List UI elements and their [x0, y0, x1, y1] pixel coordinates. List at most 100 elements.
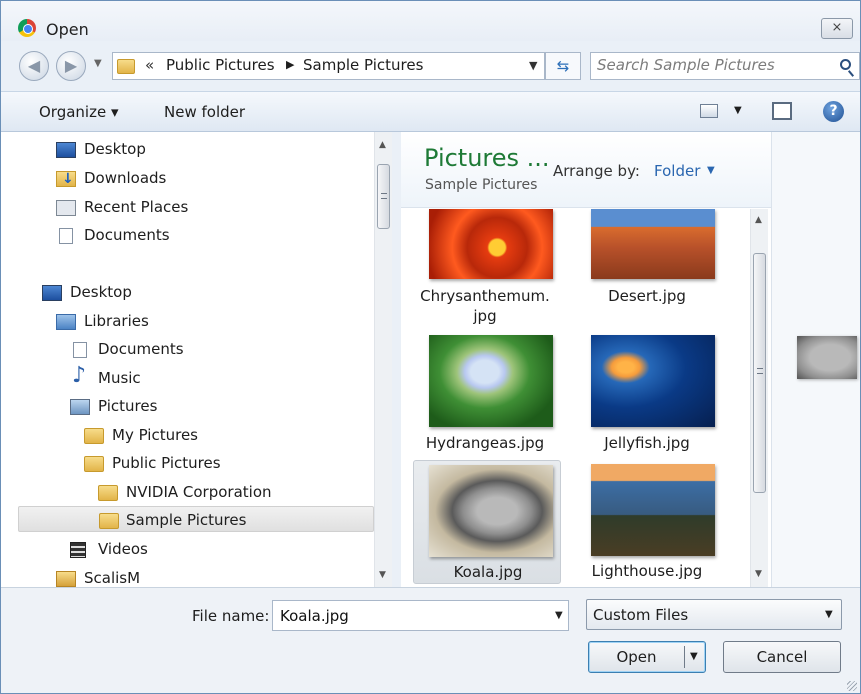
scroll-up-arrow-icon[interactable]: ▲ [379, 140, 386, 150]
nav-item-music[interactable]: Music [70, 363, 270, 391]
file-name-input[interactable] [280, 607, 530, 625]
breadcrumb-sample-pictures[interactable]: Sample Pictures [303, 56, 423, 74]
scrollbar-thumb[interactable] [377, 164, 390, 229]
nav-item-nvidia-corporation[interactable]: NVIDIA Corporation [98, 479, 318, 505]
folder-icon [98, 485, 118, 501]
nav-item-documents[interactable]: Documents [70, 336, 270, 362]
nav-item-label: Recent Places [84, 198, 189, 216]
navigation-pane: Desktop Downloads Recent Places Document… [1, 132, 374, 587]
open-button[interactable]: Open ▼ [588, 641, 706, 673]
nav-item-recent-places[interactable]: Recent Places [56, 194, 256, 220]
address-bar[interactable]: « Public Pictures ▶ Sample Pictures ▼ [112, 52, 545, 80]
pictures-icon [70, 399, 90, 415]
chevron-down-icon[interactable]: ▼ [825, 609, 833, 620]
close-button[interactable]: ⨯ [821, 18, 853, 39]
user-folder-icon [56, 571, 76, 587]
nav-item-public-pictures[interactable]: Public Pictures [84, 450, 284, 476]
preview-pane-toggle-icon[interactable] [772, 102, 792, 120]
nav-item-videos[interactable]: Videos [70, 536, 270, 562]
scrollbar-thumb[interactable] [753, 253, 766, 493]
organize-menu-button[interactable]: Organize ▾ [39, 103, 119, 121]
arrange-by-dropdown[interactable]: Folder [654, 162, 700, 180]
scroll-up-arrow-icon[interactable]: ▲ [755, 215, 762, 225]
command-toolbar: Organize ▾ New folder ▼ ? [1, 91, 860, 132]
search-input[interactable] [597, 56, 827, 74]
nav-item-sample-pictures[interactable]: Sample Pictures [18, 506, 374, 532]
nav-item-libraries[interactable]: Libraries [56, 308, 256, 334]
desktop-icon [56, 142, 76, 158]
nav-item-label: Documents [84, 226, 170, 244]
new-folder-button[interactable]: New folder [164, 103, 245, 121]
chrysanthemum-thumbnail [429, 209, 553, 279]
cancel-button[interactable]: Cancel [723, 641, 841, 673]
nav-item-label: Desktop [84, 140, 146, 158]
open-file-dialog: Open ⨯ ◀ ▶ ▼ « Public Pictures ▶ Sample … [0, 0, 861, 694]
back-button[interactable]: ◀ [19, 51, 49, 81]
open-button-label: Open [616, 648, 657, 666]
nav-item-pictures[interactable]: Pictures [70, 393, 270, 419]
document-icon [59, 228, 73, 244]
file-name-label: Koala.jpg [453, 563, 523, 581]
recent-locations-dropdown-icon[interactable]: ▼ [94, 58, 102, 69]
nav-item-label: Documents [98, 340, 184, 358]
refresh-button[interactable]: ⇆ [545, 52, 581, 80]
nav-item-desktop-favorite[interactable]: Desktop [56, 136, 256, 162]
nav-item-my-pictures[interactable]: My Pictures [84, 422, 284, 448]
folder-icon [117, 59, 135, 74]
file-type-value: Custom Files [593, 606, 689, 624]
search-box[interactable] [590, 52, 860, 80]
file-item-jellyfish[interactable]: Jellyfish.jpg [577, 335, 717, 460]
breadcrumb-public-pictures[interactable]: Public Pictures [166, 56, 275, 74]
nav-item-label: Libraries [84, 312, 149, 330]
folder-icon [99, 513, 119, 529]
koala-thumbnail [429, 465, 553, 557]
nav-item-label: Desktop [70, 283, 132, 301]
resize-grip-icon[interactable] [847, 681, 857, 691]
change-view-icon[interactable] [700, 104, 718, 118]
file-name-label: Desert.jpg [608, 287, 686, 305]
nav-item-desktop[interactable]: Desktop [42, 279, 242, 305]
chevron-down-icon[interactable]: ▼ [555, 610, 563, 621]
file-item-chrysanthemum[interactable]: Chrysanthemum. jpg [415, 209, 555, 329]
breadcrumb-separator-icon[interactable]: ▶ [286, 58, 294, 71]
overflow-chevron[interactable]: « [145, 56, 154, 74]
nav-item-label: Music [98, 369, 141, 387]
nav-item-downloads[interactable]: Downloads [56, 165, 256, 192]
file-name-label-continued: jpg [473, 307, 497, 325]
nav-item-scalism[interactable]: ScalisM [56, 565, 256, 587]
chrome-icon [18, 19, 36, 37]
downloads-folder-icon [56, 166, 76, 192]
navigation-scrollbar[interactable]: ▲ ▼ [374, 132, 392, 587]
file-item-desert[interactable]: Desert.jpg [577, 209, 717, 309]
file-list-scrollbar[interactable]: ▲ ▼ [750, 209, 768, 587]
nav-item-label: ScalisM [84, 569, 141, 587]
scrollbar-grip-icon [757, 368, 763, 374]
file-name-combobox[interactable]: ▼ [272, 600, 569, 631]
view-options-dropdown-icon[interactable]: ▼ [734, 105, 742, 116]
file-item-koala[interactable]: Koala.jpg [413, 460, 561, 584]
jellyfish-thumbnail [591, 335, 715, 427]
scroll-down-arrow-icon[interactable]: ▼ [379, 570, 386, 580]
nav-item-documents-favorite[interactable]: Documents [56, 222, 256, 248]
search-icon[interactable] [840, 59, 851, 70]
nav-item-label: Downloads [84, 169, 167, 187]
folder-icon [84, 456, 104, 472]
open-options-dropdown-icon[interactable]: ▼ [690, 642, 698, 672]
scroll-down-arrow-icon[interactable]: ▼ [755, 569, 762, 579]
forward-button[interactable]: ▶ [56, 51, 86, 81]
nav-item-label: Public Pictures [112, 454, 221, 472]
chevron-down-icon[interactable]: ▼ [707, 165, 715, 176]
window-title: Open [46, 20, 89, 39]
address-dropdown-icon[interactable]: ▼ [529, 59, 537, 72]
nav-item-label: Sample Pictures [126, 511, 247, 529]
video-icon [70, 542, 86, 558]
nav-item-label: NVIDIA Corporation [126, 483, 272, 501]
file-name-label: File name: [192, 607, 270, 625]
koala-preview-image [797, 336, 857, 379]
file-type-select[interactable]: Custom Files ▼ [586, 599, 842, 630]
file-item-lighthouse[interactable]: Lighthouse.jpg [577, 464, 717, 584]
nav-item-label: Videos [98, 540, 148, 558]
file-item-hydrangeas[interactable]: Hydrangeas.jpg [415, 335, 555, 460]
file-name-label: Jellyfish.jpg [604, 434, 690, 452]
help-icon[interactable]: ? [823, 101, 844, 122]
